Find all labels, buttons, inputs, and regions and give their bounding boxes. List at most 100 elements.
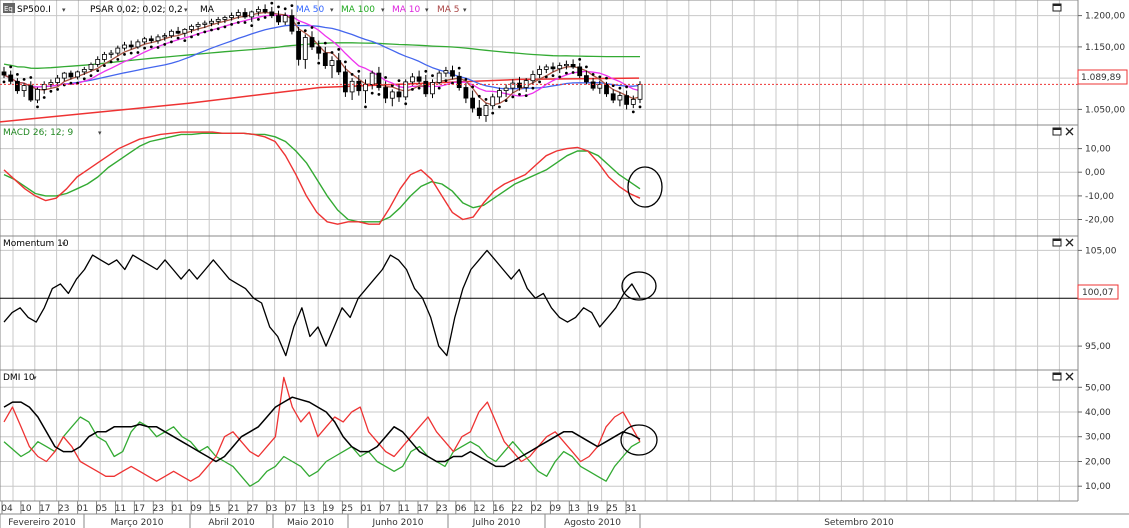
candle-body <box>41 84 47 90</box>
dmi-panel[interactable]: DMI 10 ▾ <box>0 369 1079 502</box>
macd-dropdown-icon[interactable]: ▾ <box>98 129 102 137</box>
candle-body <box>483 105 489 116</box>
psar-dot <box>317 61 321 65</box>
psar-dot <box>631 110 635 114</box>
candle-body <box>68 72 74 78</box>
symbol-label[interactable]: SP500.I <box>17 5 51 15</box>
ma100-dropdown-icon[interactable]: ▾ <box>381 6 385 14</box>
psar-dot <box>551 74 555 77</box>
psar-dot <box>310 26 314 29</box>
candle-body <box>269 11 275 17</box>
dmi-close-icon[interactable] <box>1065 372 1074 381</box>
psar-dot <box>203 30 207 34</box>
psar-dot <box>477 94 481 98</box>
macd-title[interactable]: MACD 26; 12; 9 <box>3 128 74 138</box>
ma50-dropdown-icon[interactable]: ▾ <box>330 6 334 14</box>
candle-body <box>463 87 469 99</box>
dmi-window-icon[interactable] <box>1052 372 1062 381</box>
candle-body <box>81 69 87 73</box>
y-tick-label: 95,00 <box>1085 342 1111 352</box>
x-day-label: 07 <box>379 504 390 514</box>
psar-dot <box>598 75 602 79</box>
dmi-dropdown-icon[interactable]: ▾ <box>33 374 37 382</box>
ma10-dropdown-icon[interactable]: ▾ <box>425 6 429 14</box>
candle-body <box>296 30 302 60</box>
macd-window-icon[interactable] <box>1052 127 1062 136</box>
y-tick-label: 40,00 <box>1085 408 1111 418</box>
candle-body <box>409 76 415 83</box>
x-day-label: 09 <box>550 504 562 514</box>
candle-body <box>510 82 516 89</box>
y-tick-label: 10,00 <box>1085 482 1111 492</box>
x-day-label: 23 <box>436 504 447 514</box>
candle-body <box>95 59 101 65</box>
candle-body <box>369 72 375 85</box>
candle-body <box>336 60 342 73</box>
x-day-label: 06 <box>455 504 467 514</box>
momentum-dropdown-icon[interactable]: ▾ <box>62 240 66 248</box>
momentum-panel[interactable]: Momentum 10 ▾ <box>0 235 1079 371</box>
psar-dot <box>156 46 160 49</box>
candle-body <box>115 47 121 54</box>
psar-dot <box>591 73 595 76</box>
y-tick-label: 20,00 <box>1085 458 1111 468</box>
y-tick-label: 30,00 <box>1085 433 1111 443</box>
ma5-label[interactable]: MA 5 <box>437 5 460 15</box>
macd-close-icon[interactable] <box>1065 127 1074 136</box>
psar-dot <box>518 93 521 96</box>
price-last-value: 1.089,89 <box>1081 73 1121 83</box>
psar-dot <box>364 105 367 109</box>
x-axis: 04 10 17 23 01 05 11 17 23 01 09 15 21 27 03 07 13 19 25 01… <box>0 500 1129 528</box>
symbol-dropdown-icon[interactable]: ▾ <box>62 6 66 14</box>
x-day-label: 01 <box>361 504 372 514</box>
psar-dot <box>625 85 628 89</box>
psar-dot <box>250 24 254 27</box>
candle-body <box>262 8 268 13</box>
psar-dot <box>585 65 588 69</box>
price-series <box>0 1 1078 123</box>
psar-dot <box>384 76 387 79</box>
candle-body <box>496 90 502 98</box>
psar-dot <box>2 80 6 84</box>
chart-root: Eq SP500.I ▾ PSAR 0,02; 0,02; 0,2 ▾ MA M… <box>0 0 1129 528</box>
candle-body <box>182 28 188 34</box>
price-panel[interactable]: Eq SP500.I ▾ PSAR 0,02; 0,02; 0,2 ▾ MA M… <box>0 0 1079 126</box>
candle-body <box>436 72 442 83</box>
momentum-title[interactable]: Momentum 10 <box>3 239 69 249</box>
psar-dot <box>243 21 247 24</box>
dmi-title[interactable]: DMI 10 <box>3 373 35 383</box>
x-day-label: 19 <box>587 504 599 514</box>
psar-dot <box>257 18 260 21</box>
x-month-label: Abril 2010 <box>208 518 255 528</box>
candle-body <box>55 77 60 83</box>
price-window-icon[interactable] <box>1052 3 1062 12</box>
psar-dot <box>504 99 508 102</box>
psar-dot <box>123 53 126 56</box>
psar-dropdown-icon[interactable]: ▾ <box>184 6 188 14</box>
x-day-label: 13 <box>569 504 580 514</box>
ma5-dropdown-icon[interactable]: ▾ <box>463 6 467 14</box>
x-day-label: 02 <box>531 504 542 514</box>
candle-body <box>630 99 636 105</box>
ma50-label[interactable]: MA 50 <box>296 5 325 15</box>
psar-label[interactable]: PSAR 0,02; 0,02; 0,2 <box>90 5 183 15</box>
psar-dot <box>605 76 608 80</box>
psar-dot <box>377 93 381 96</box>
momentum-close-icon[interactable] <box>1065 238 1074 247</box>
psar-dot <box>210 28 213 32</box>
x-day-label: 23 <box>58 504 69 514</box>
x-day-label: 01 <box>171 504 182 514</box>
psar-dot <box>176 36 180 40</box>
x-day-label: 07 <box>285 504 296 514</box>
psar-dot <box>196 33 200 36</box>
momentum-window-icon[interactable] <box>1052 238 1062 247</box>
ma100-label[interactable]: MA 100 <box>341 5 375 15</box>
candle-body <box>610 93 616 101</box>
psar-dot <box>350 73 354 76</box>
psar-dot <box>263 16 267 19</box>
dmi-series <box>3 376 641 487</box>
candle-body <box>396 91 402 98</box>
candle-body <box>222 17 228 20</box>
y-tick-label: 1.050,00 <box>1085 105 1125 115</box>
ma10-label[interactable]: MA 10 <box>392 5 421 15</box>
